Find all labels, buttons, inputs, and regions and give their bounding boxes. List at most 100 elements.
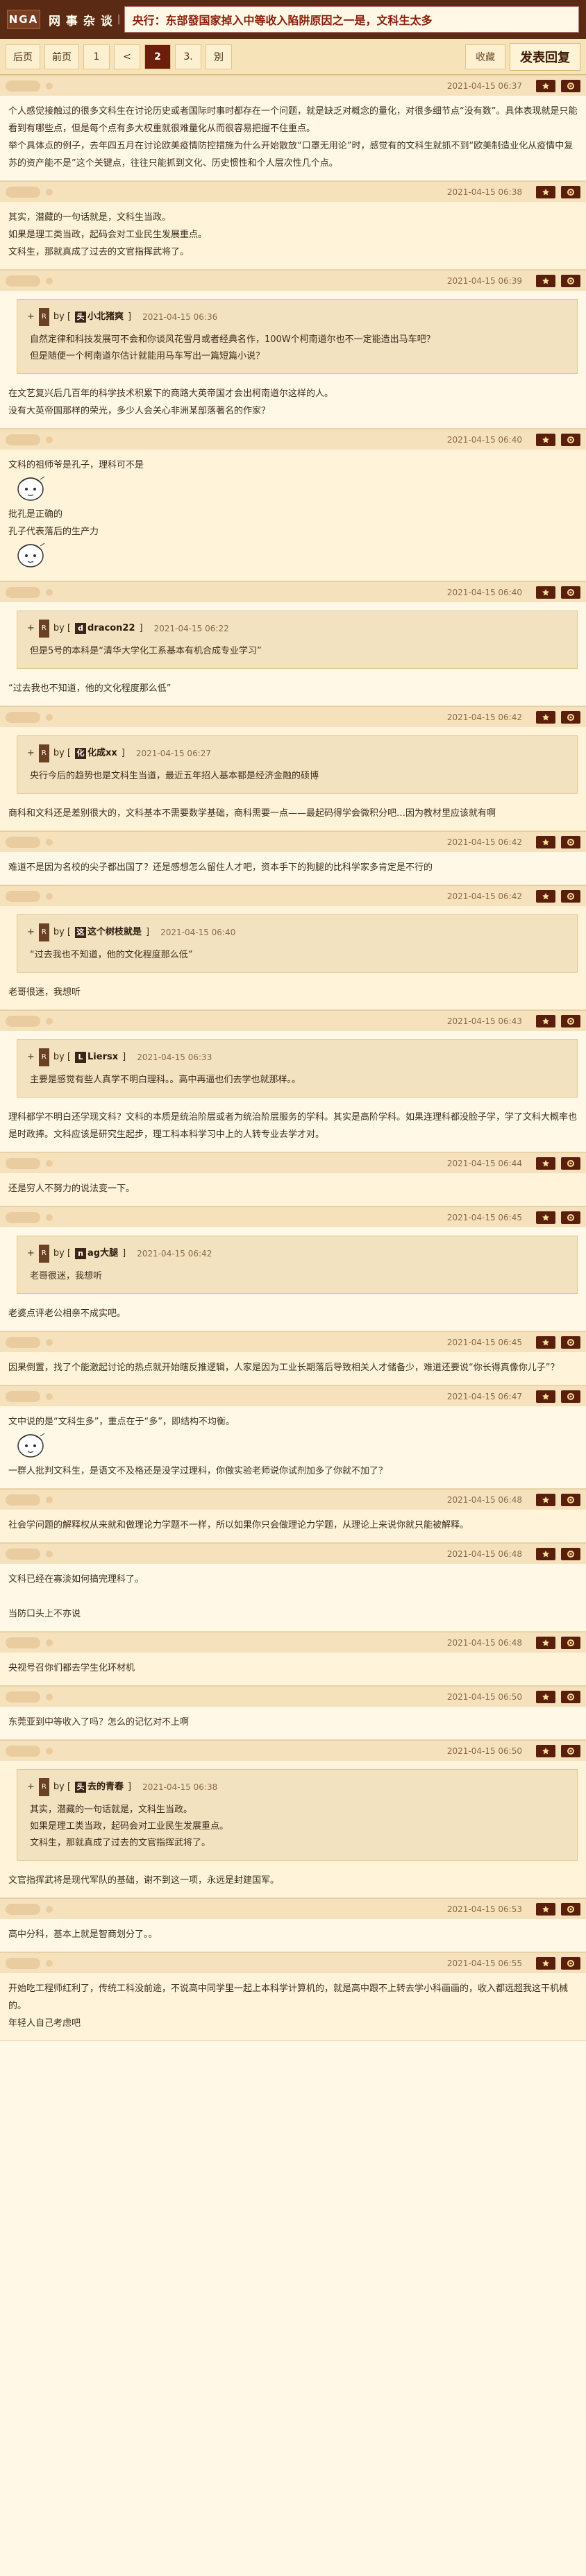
like-dot-icon[interactable] [46, 892, 53, 900]
star-icon[interactable] [536, 1902, 555, 1916]
page-prev-arrow[interactable]: < [114, 44, 140, 69]
like-dot-icon[interactable] [46, 1747, 53, 1755]
star-icon[interactable] [536, 835, 555, 848]
like-dot-icon[interactable] [46, 1392, 53, 1400]
star-icon[interactable] [536, 710, 555, 724]
star-icon[interactable] [536, 1390, 555, 1403]
star-icon[interactable] [536, 1636, 555, 1649]
floor-badge[interactable] [6, 890, 40, 902]
back-page-button[interactable]: 后页 [6, 44, 40, 69]
gear-icon[interactable] [561, 889, 580, 903]
gear-icon[interactable] [561, 586, 580, 599]
quote-username[interactable]: L Liersx [75, 1049, 118, 1066]
floor-badge[interactable] [6, 586, 40, 598]
star-icon[interactable] [536, 185, 555, 198]
star-icon[interactable] [536, 433, 555, 446]
like-dot-icon[interactable] [46, 1693, 53, 1700]
star-icon[interactable] [536, 586, 555, 599]
gear-icon[interactable] [561, 185, 580, 198]
page-next-button[interactable]: 別 [206, 44, 232, 69]
like-dot-icon[interactable] [46, 1213, 53, 1221]
star-icon[interactable] [536, 1744, 555, 1757]
star-icon[interactable] [536, 1336, 555, 1349]
floor-badge[interactable] [6, 186, 40, 198]
floor-badge[interactable] [6, 434, 40, 445]
gear-icon[interactable] [561, 710, 580, 724]
quote-plus-icon[interactable]: + [27, 924, 35, 941]
gear-icon[interactable] [561, 79, 580, 92]
quote-username[interactable]: d dracon22 [75, 620, 135, 637]
floor-badge[interactable] [6, 1157, 40, 1169]
floor-badge[interactable] [6, 836, 40, 848]
like-dot-icon[interactable] [46, 188, 53, 196]
gear-icon[interactable] [561, 835, 580, 848]
gear-icon[interactable] [561, 1336, 580, 1349]
floor-badge[interactable] [6, 1548, 40, 1560]
page-3-button[interactable]: 3. [175, 44, 201, 69]
like-dot-icon[interactable] [46, 838, 53, 846]
page-1-button[interactable]: 1 [83, 44, 110, 69]
like-dot-icon[interactable] [46, 713, 53, 721]
nga-logo[interactable]: NGA [7, 10, 40, 29]
gear-icon[interactable] [561, 433, 580, 446]
quote-plus-icon[interactable]: + [27, 1049, 35, 1066]
quote-username[interactable]: 头去的青春 [75, 1779, 124, 1795]
star-icon[interactable] [536, 79, 555, 92]
like-dot-icon[interactable] [46, 1017, 53, 1025]
floor-badge[interactable] [6, 80, 40, 92]
floor-badge[interactable] [6, 711, 40, 723]
quote-plus-icon[interactable]: + [27, 1779, 35, 1795]
star-icon[interactable] [536, 1157, 555, 1170]
collect-button[interactable]: 收藏 [465, 44, 505, 69]
star-icon[interactable] [536, 1211, 555, 1224]
star-icon[interactable] [536, 1493, 555, 1506]
floor-badge[interactable] [6, 1211, 40, 1223]
quote-username[interactable]: n ag大腿 [75, 1245, 118, 1262]
like-dot-icon[interactable] [46, 588, 53, 596]
like-dot-icon[interactable] [46, 82, 53, 89]
like-dot-icon[interactable] [46, 1496, 53, 1503]
quote-plus-icon[interactable]: + [27, 309, 35, 325]
gear-icon[interactable] [561, 1636, 580, 1649]
star-icon[interactable] [536, 1690, 555, 1703]
reply-button[interactable]: 发表回复 [510, 42, 580, 71]
page-current-button[interactable]: 2 [144, 44, 171, 69]
star-icon[interactable] [536, 1547, 555, 1560]
gear-icon[interactable] [561, 1690, 580, 1703]
board-name[interactable]: 网 事 杂 谈 [49, 11, 113, 28]
like-dot-icon[interactable] [46, 1550, 53, 1558]
quote-plus-icon[interactable]: + [27, 620, 35, 637]
like-dot-icon[interactable] [46, 1338, 53, 1346]
gear-icon[interactable] [561, 1157, 580, 1170]
gear-icon[interactable] [561, 274, 580, 287]
floor-badge[interactable] [6, 1957, 40, 1969]
star-icon[interactable] [536, 889, 555, 903]
gear-icon[interactable] [561, 1956, 580, 1970]
floor-badge[interactable] [6, 1903, 40, 1915]
quote-username[interactable]: 这这个树枝就是 [75, 924, 142, 941]
floor-badge[interactable] [6, 1015, 40, 1027]
star-icon[interactable] [536, 274, 555, 287]
quote-username[interactable]: 化化成xx [75, 745, 117, 762]
star-icon[interactable] [536, 1956, 555, 1970]
gear-icon[interactable] [561, 1902, 580, 1916]
gear-icon[interactable] [561, 1211, 580, 1224]
gear-icon[interactable] [561, 1014, 580, 1027]
floor-badge[interactable] [6, 1745, 40, 1757]
like-dot-icon[interactable] [46, 1959, 53, 1967]
prev-page-button[interactable]: 前页 [44, 44, 79, 69]
floor-badge[interactable] [6, 1637, 40, 1648]
star-icon[interactable] [536, 1014, 555, 1027]
quote-plus-icon[interactable]: + [27, 745, 35, 762]
gear-icon[interactable] [561, 1390, 580, 1403]
gear-icon[interactable] [561, 1547, 580, 1560]
floor-badge[interactable] [6, 1691, 40, 1703]
quote-plus-icon[interactable]: + [27, 1245, 35, 1262]
gear-icon[interactable] [561, 1744, 580, 1757]
like-dot-icon[interactable] [46, 1905, 53, 1913]
like-dot-icon[interactable] [46, 1159, 53, 1167]
floor-badge[interactable] [6, 1390, 40, 1402]
like-dot-icon[interactable] [46, 1639, 53, 1646]
quote-username[interactable]: 头小北猪爽 [75, 309, 124, 325]
like-dot-icon[interactable] [46, 277, 53, 284]
